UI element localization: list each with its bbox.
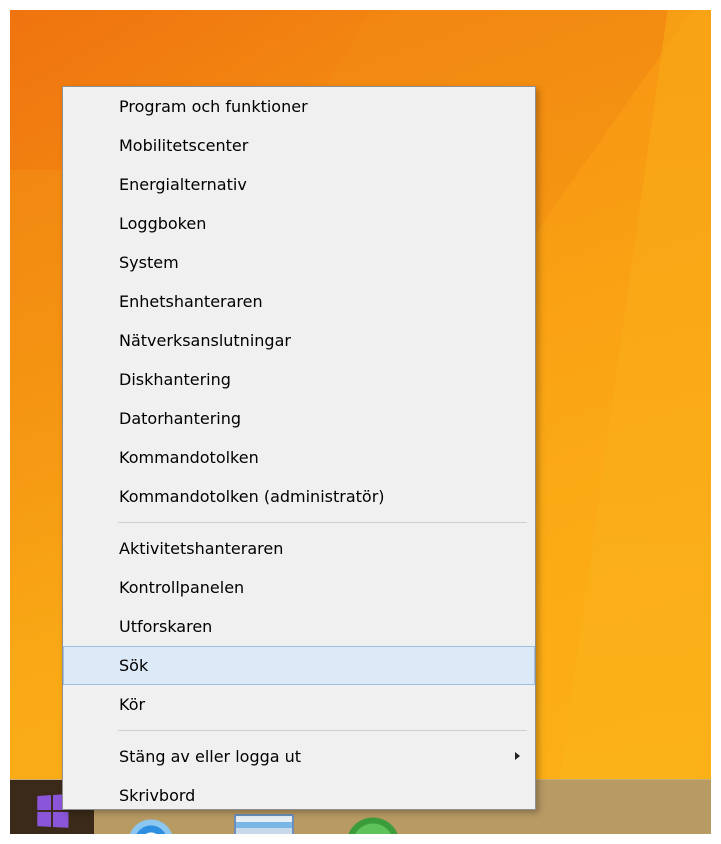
menu-item-kommandotolken[interactable]: Kommandotolken bbox=[63, 438, 531, 477]
menu-item-label: Loggboken bbox=[119, 214, 207, 233]
menu-item-label: Skrivbord bbox=[119, 786, 196, 805]
menu-item-program-och-funktioner[interactable]: Program och funktioner bbox=[63, 87, 531, 126]
menu-item-aktivitetshanteraren[interactable]: Aktivitetshanteraren bbox=[63, 529, 531, 568]
menu-group-system-tools: Program och funktioner Mobilitetscenter … bbox=[63, 87, 535, 516]
menu-item-system[interactable]: System bbox=[63, 243, 531, 282]
menu-group-session: Stäng av eller logga ut Skrivbord bbox=[63, 737, 535, 815]
file-explorer-icon[interactable] bbox=[234, 814, 294, 834]
menu-item-energialternativ[interactable]: Energialternativ bbox=[63, 165, 531, 204]
menu-item-label: Kör bbox=[119, 695, 146, 714]
menu-item-kor[interactable]: Kör bbox=[63, 685, 531, 724]
menu-item-kontrollpanelen[interactable]: Kontrollpanelen bbox=[63, 568, 531, 607]
menu-item-natverksanslutningar[interactable]: Nätverksanslutningar bbox=[63, 321, 531, 360]
menu-item-skrivbord[interactable]: Skrivbord bbox=[63, 776, 531, 815]
menu-item-label: Kontrollpanelen bbox=[119, 578, 245, 597]
menu-item-label: Stäng av eller logga ut bbox=[119, 747, 302, 766]
menu-item-sok[interactable]: Sök bbox=[63, 646, 535, 685]
menu-separator bbox=[118, 730, 527, 731]
menu-item-label: Datorhantering bbox=[119, 409, 242, 428]
menu-item-stang-av-eller-logga-ut[interactable]: Stäng av eller logga ut bbox=[63, 737, 531, 776]
menu-item-diskhantering[interactable]: Diskhantering bbox=[63, 360, 531, 399]
menu-item-enhetshanteraren[interactable]: Enhetshanteraren bbox=[63, 282, 531, 321]
menu-item-loggboken[interactable]: Loggboken bbox=[63, 204, 531, 243]
menu-item-label: Sök bbox=[119, 656, 149, 675]
menu-item-label: Mobilitetscenter bbox=[119, 136, 249, 155]
menu-item-kommandotolken-admin[interactable]: Kommandotolken (administratör) bbox=[63, 477, 531, 516]
start-context-menu: Program och funktioner Mobilitetscenter … bbox=[62, 86, 536, 810]
menu-item-label: Program och funktioner bbox=[119, 97, 308, 116]
menu-item-label: Kommandotolken (administratör) bbox=[119, 487, 385, 506]
menu-item-label: Kommandotolken bbox=[119, 448, 259, 467]
menu-item-label: Aktivitetshanteraren bbox=[119, 539, 284, 558]
menu-item-utforskaren[interactable]: Utforskaren bbox=[63, 607, 531, 646]
menu-item-datorhantering[interactable]: Datorhantering bbox=[63, 399, 531, 438]
submenu-arrow-icon bbox=[515, 752, 520, 760]
menu-item-label: Nätverksanslutningar bbox=[119, 331, 291, 350]
menu-item-mobilitetscenter[interactable]: Mobilitetscenter bbox=[63, 126, 531, 165]
menu-separator bbox=[118, 522, 527, 523]
desktop-screen: Program och funktioner Mobilitetscenter … bbox=[10, 10, 711, 834]
menu-group-utilities: Aktivitetshanteraren Kontrollpanelen Utf… bbox=[63, 529, 535, 724]
menu-item-label: Diskhantering bbox=[119, 370, 231, 389]
menu-item-label: Energialternativ bbox=[119, 175, 247, 194]
menu-item-label: System bbox=[119, 253, 179, 272]
menu-item-label: Utforskaren bbox=[119, 617, 213, 636]
menu-item-label: Enhetshanteraren bbox=[119, 292, 263, 311]
